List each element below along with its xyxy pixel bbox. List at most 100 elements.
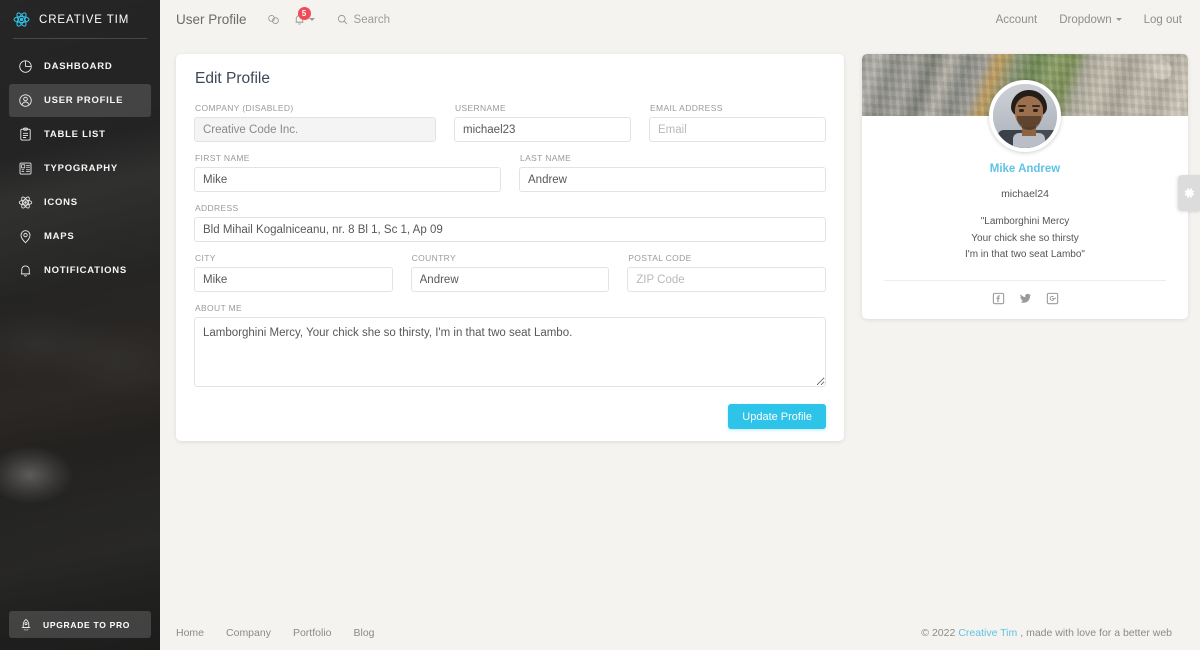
top-navbar: User Profile 5 <box>160 0 1200 39</box>
profile-name[interactable]: Mike Andrew <box>862 163 1188 175</box>
google-plus-icon[interactable] <box>1046 292 1059 305</box>
field-username: USERNAME <box>445 103 640 142</box>
content-area: Edit Profile COMPANY (DISABLED) USERNAME… <box>160 39 1200 616</box>
sidebar-item-user-profile[interactable]: USER PROFILE <box>9 84 151 117</box>
brand-label: CREATIVE TIM <box>39 14 129 26</box>
profile-username: michael24 <box>862 188 1188 200</box>
edit-profile-card: Edit Profile COMPANY (DISABLED) USERNAME… <box>176 54 844 441</box>
bell-icon <box>18 263 33 278</box>
profile-divider <box>884 280 1166 281</box>
navbar-right-links: Account Dropdown Log out <box>996 14 1182 26</box>
field-first-name: FIRST NAME <box>185 153 510 192</box>
gear-icon <box>1182 186 1196 200</box>
chevron-down-icon <box>309 18 315 21</box>
field-city: CITY <box>185 253 402 292</box>
sidebar-item-typography[interactable]: TYPOGRAPHY <box>9 152 151 185</box>
sidebar-item-label: TYPOGRAPHY <box>44 163 118 174</box>
about-me-label: ABOUT ME <box>195 303 826 313</box>
navbar-link-dropdown[interactable]: Dropdown <box>1059 14 1121 26</box>
user-circle-icon <box>18 93 33 108</box>
footer-copyright: © 2022 Creative Tim , made with love for… <box>921 627 1172 639</box>
company-input <box>194 117 436 142</box>
footer-link-company[interactable]: Company <box>226 627 271 639</box>
postal-code-label: POSTAL CODE <box>628 253 826 263</box>
address-input[interactable] <box>194 217 826 242</box>
navbar-link-dropdown-label: Dropdown <box>1059 14 1111 26</box>
notifications-badge: 5 <box>298 7 311 20</box>
settings-panel-toggle[interactable] <box>1178 175 1200 211</box>
field-last-name: LAST NAME <box>510 153 835 192</box>
form-row-first-last-name: FIRST NAME LAST NAME <box>185 153 835 192</box>
country-input[interactable] <box>411 267 610 292</box>
sidebar-nav: DASHBOARD USER PROFILE <box>0 50 160 287</box>
copyright-prefix: © 2022 <box>921 627 955 639</box>
twitter-icon[interactable] <box>1019 292 1032 305</box>
footer-link-portfolio[interactable]: Portfolio <box>293 627 332 639</box>
avatar[interactable] <box>989 80 1061 152</box>
chevron-down-icon <box>1116 18 1122 21</box>
navbar-link-log-out[interactable]: Log out <box>1144 14 1182 26</box>
sidebar-item-maps[interactable]: MAPS <box>9 220 151 253</box>
pie-chart-icon <box>18 59 33 74</box>
search-button[interactable]: Search <box>336 13 390 26</box>
email-input[interactable] <box>649 117 826 142</box>
last-name-input[interactable] <box>519 167 826 192</box>
sidebar-item-table-list[interactable]: TABLE LIST <box>9 118 151 151</box>
field-address: ADDRESS <box>185 203 835 242</box>
field-about-me: ABOUT ME <box>185 303 835 390</box>
field-email: EMAIL ADDRESS <box>640 103 835 142</box>
country-label: COUNTRY <box>412 253 610 263</box>
first-name-label: FIRST NAME <box>195 153 501 163</box>
dashboard-shortcut-button[interactable] <box>263 10 284 29</box>
clipboard-icon <box>18 127 33 142</box>
form-row-address: ADDRESS <box>185 203 835 242</box>
form-row-city-country-postal: CITY COUNTRY POSTAL CODE <box>185 253 835 292</box>
sidebar-item-label: NOTIFICATIONS <box>44 265 127 276</box>
profile-description-line: "Lamborghini Mercy <box>981 216 1070 227</box>
typography-icon <box>18 161 33 176</box>
city-label: CITY <box>195 253 393 263</box>
rocket-icon <box>19 618 33 632</box>
profile-social-links <box>862 292 1188 305</box>
search-label: Search <box>354 14 390 26</box>
copyright-suffix: , made with love for a better web <box>1020 627 1172 639</box>
sidebar-item-dashboard[interactable]: DASHBOARD <box>9 50 151 83</box>
sidebar-item-icons[interactable]: ICONS <box>9 186 151 219</box>
atom-logo-icon <box>13 11 30 28</box>
sidebar-item-label: TABLE LIST <box>44 129 106 140</box>
last-name-label: LAST NAME <box>520 153 826 163</box>
sidebar-item-label: MAPS <box>44 231 74 242</box>
facebook-icon[interactable] <box>992 292 1005 305</box>
field-postal-code: POSTAL CODE <box>618 253 835 292</box>
edit-profile-title: Edit Profile <box>195 70 835 88</box>
sidebar-item-notifications[interactable]: NOTIFICATIONS <box>9 254 151 287</box>
form-row-about-me: ABOUT ME <box>185 303 835 390</box>
update-profile-button[interactable]: Update Profile <box>728 404 826 429</box>
notifications-button[interactable]: 5 <box>289 10 319 29</box>
email-label: EMAIL ADDRESS <box>650 103 826 113</box>
sidebar-item-label: ICONS <box>44 197 78 208</box>
dashboard-outline-icon <box>267 13 280 26</box>
field-country: COUNTRY <box>402 253 619 292</box>
profile-card: Mike Andrew michael24 "Lamborghini Mercy… <box>862 54 1188 319</box>
footer-nav: Home Company Portfolio Blog <box>176 627 375 639</box>
footer: Home Company Portfolio Blog © 2022 Creat… <box>160 616 1200 650</box>
address-label: ADDRESS <box>195 203 826 213</box>
footer-link-blog[interactable]: Blog <box>354 627 375 639</box>
postal-code-input[interactable] <box>627 267 826 292</box>
sidebar: CREATIVE TIM DASHBOARD USER <box>0 0 160 650</box>
map-pin-icon <box>18 229 33 244</box>
first-name-input[interactable] <box>194 167 501 192</box>
about-me-textarea[interactable] <box>194 317 826 387</box>
city-input[interactable] <box>194 267 393 292</box>
sidebar-item-label: DASHBOARD <box>44 61 113 72</box>
upgrade-to-pro-button[interactable]: UPGRADE TO PRO <box>9 611 151 638</box>
form-row-company-username-email: COMPANY (DISABLED) USERNAME EMAIL ADDRES… <box>185 103 835 142</box>
footer-brand-link[interactable]: Creative Tim <box>958 627 1017 639</box>
sidebar-brand[interactable]: CREATIVE TIM <box>0 0 160 39</box>
navbar-link-account[interactable]: Account <box>996 14 1038 26</box>
footer-link-home[interactable]: Home <box>176 627 204 639</box>
profile-description-line: Your chick she so thirsty <box>971 233 1078 244</box>
username-input[interactable] <box>454 117 631 142</box>
main-panel: User Profile 5 <box>160 0 1200 650</box>
